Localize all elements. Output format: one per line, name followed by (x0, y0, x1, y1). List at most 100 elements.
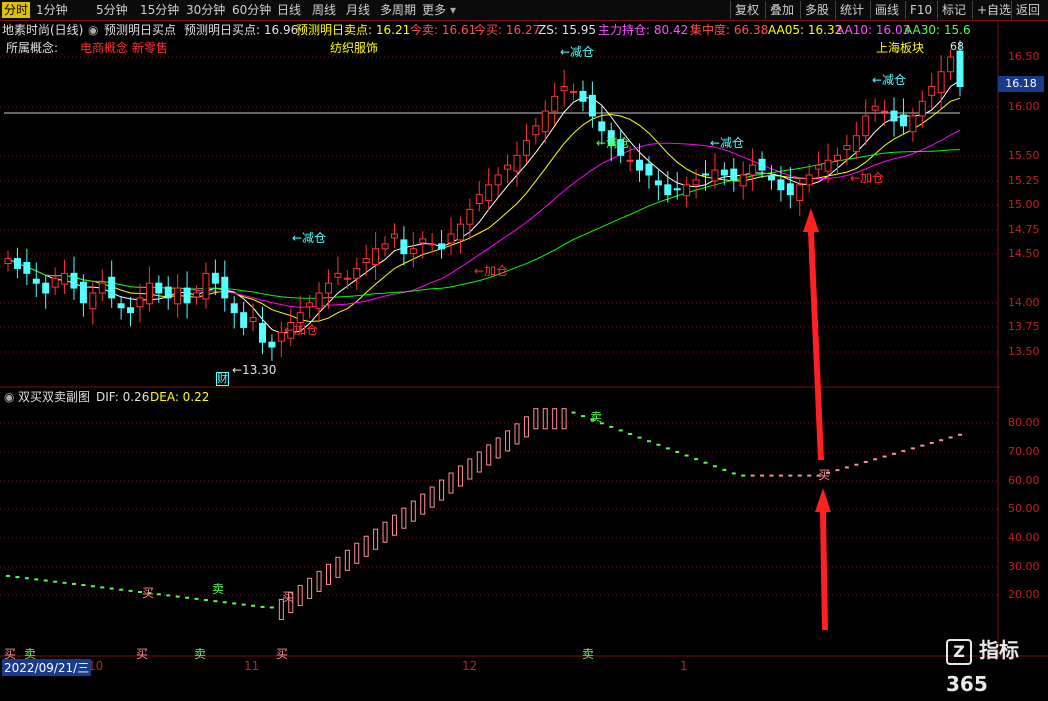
indicator-dot (15, 576, 20, 579)
indicator-dot (166, 594, 171, 597)
candle-body (13, 258, 21, 269)
indicator-dot (863, 460, 868, 463)
indicator-tick: 80.00 (1008, 416, 1040, 429)
candlestick-series (4, 40, 964, 361)
candle-body (258, 322, 266, 343)
candle-body (777, 179, 785, 191)
sell-signal: 卖 (590, 410, 603, 424)
candle-body (79, 281, 87, 304)
buy-signal: 买 (142, 586, 155, 600)
indicator-dot (665, 447, 670, 450)
indicator-dot (722, 468, 727, 471)
indicator-bar (505, 430, 511, 452)
indicator-bar (467, 458, 473, 480)
annotation-add: ←加仓 (284, 323, 319, 337)
subchart-dropdown-icon[interactable]: ◉ (4, 389, 14, 405)
indicator-bar (354, 542, 360, 564)
candle-body (664, 184, 672, 196)
indicator-dot (175, 595, 180, 598)
indicator-dot (910, 447, 915, 450)
candle-body (749, 164, 757, 176)
indicator-bar (495, 437, 501, 459)
indicator-bar (561, 408, 567, 430)
candle-body (438, 243, 446, 250)
subchart-title[interactable]: 双买双卖副图 (18, 389, 90, 405)
candle-body (315, 292, 323, 310)
candle-body (4, 258, 12, 265)
indicator-bar (514, 423, 520, 445)
indicator-dot (778, 474, 783, 477)
candle-body (456, 223, 464, 241)
indicator-dot (6, 574, 10, 577)
brand-watermark: Z 指标365 (946, 633, 1046, 696)
indicator-dot (618, 429, 623, 432)
month-label: 1 (680, 659, 688, 673)
candle-body (532, 125, 540, 136)
indicator-bar (533, 408, 539, 430)
candle-body (127, 307, 135, 314)
annotation-reduce: ←减仓 (292, 231, 327, 245)
candle-body (786, 183, 794, 196)
indicator-dot (71, 582, 76, 585)
candle-body (362, 258, 370, 264)
candle-body (409, 248, 417, 255)
indicator-dot (741, 474, 746, 477)
indicator-bar (457, 465, 463, 487)
indicator-dot (684, 454, 689, 457)
candle-body (211, 272, 219, 284)
annotation-clear: ←清仓 (596, 136, 631, 150)
high-price-label: 68 (950, 40, 964, 53)
indicator-dot (760, 474, 765, 477)
annotation-reduce: ←减仓 (710, 136, 745, 150)
candle-body (230, 303, 238, 314)
price-tick: 14.00 (1008, 296, 1040, 309)
price-tick: 15.50 (1008, 149, 1040, 162)
indicator-bar (391, 514, 397, 536)
indicator-dot (251, 604, 256, 607)
candle-body (61, 272, 69, 285)
indicator-dot (646, 440, 651, 443)
indicator-bar (316, 570, 322, 592)
candle-body (23, 262, 31, 274)
indicator-dot (571, 411, 576, 414)
indicator-bar (373, 528, 379, 550)
indicator-dot (90, 585, 95, 588)
date-axis: 2022/09/21/三 10 11 12 1 (0, 657, 1048, 677)
indicator-dot (628, 433, 633, 436)
indicator-dot (892, 452, 897, 455)
price-tick: 15.00 (1008, 198, 1040, 211)
financial-report-marker[interactable]: 财 (216, 372, 229, 386)
candle-body (862, 115, 870, 137)
kline-chart-canvas[interactable] (0, 0, 1048, 677)
candle-body (918, 100, 926, 117)
indicator-dot (882, 455, 887, 458)
annotation-add: ←加仓 (850, 171, 885, 185)
candle-body (306, 302, 314, 308)
indicator-bar (410, 500, 416, 522)
candle-body (739, 174, 747, 187)
indicator-dot (835, 469, 840, 472)
indicator-dot (675, 450, 680, 453)
indicator-bar (363, 535, 369, 557)
indicator-dot (43, 579, 48, 582)
candle-body (136, 297, 144, 308)
candle-body (381, 243, 389, 250)
annotation-add: ←加仓 (474, 264, 509, 278)
candle-body (928, 86, 936, 96)
indicator-bar (476, 451, 482, 473)
indicator-dot (731, 472, 736, 475)
candle-body (852, 135, 860, 152)
current-price-badge: 16.18 (998, 76, 1044, 92)
dif-value: DIF: 0.26 (96, 390, 150, 404)
indicator-dot (807, 474, 812, 477)
candle-body (174, 287, 182, 305)
candle-body (579, 90, 587, 102)
indicator-dot (203, 599, 208, 602)
candle-body (240, 312, 248, 328)
sell-signal: 卖 (212, 582, 225, 596)
candle-body (89, 292, 97, 310)
candle-body (805, 174, 813, 186)
indicator-bar (552, 408, 558, 430)
indicator-tick: 40.00 (1008, 531, 1040, 544)
indicator-dot (580, 415, 585, 418)
